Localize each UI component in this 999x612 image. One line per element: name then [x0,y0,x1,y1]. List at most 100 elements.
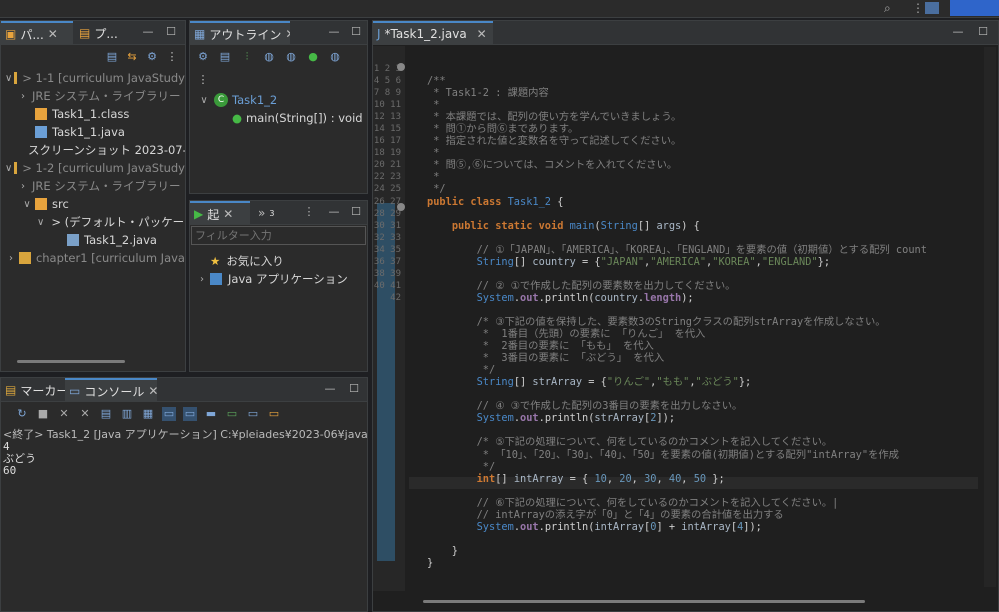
chevron-icon[interactable]: › [21,91,25,102]
fold-marker-icon[interactable] [397,203,405,211]
minimize-icon[interactable]: — [323,382,337,396]
hide-local-types-icon[interactable]: ● [306,50,320,64]
code-editor[interactable]: /** * Task1-2 : 課題内容 * * 本課題では、配列の使い方を学ん… [427,63,974,569]
tree-item[interactable]: › JRE システム・ライブラリー [Ja [1,177,185,195]
link-icon[interactable]: ◍ [328,50,342,64]
tab-package-explorer[interactable]: ▣ パ... ✕ [1,21,73,45]
vertical-scrollbar[interactable] [984,47,996,587]
hide-nonpublic-icon[interactable]: ◍ [284,50,298,64]
chevron-icon[interactable]: ∨ [37,217,44,228]
run-icon: ▶ [194,207,204,221]
view-menu-icon[interactable]: ⋮ [302,205,316,219]
hide-fields-icon[interactable]: ⫶ [240,50,254,64]
scroll-lock-icon[interactable]: ▥ [120,407,134,421]
tree-item[interactable]: ∨ > 1-2 [curriculum JavaStudy [1,159,185,177]
horizontal-scrollbar[interactable] [423,600,865,603]
tree-item-label: src [52,197,69,211]
tab-outline[interactable]: ▦ アウトライン ✕ [190,21,290,45]
collapse-all-icon[interactable]: ▤ [105,50,119,64]
outline-class-row[interactable]: ∨ C Task1_2 [190,91,367,109]
search-icon[interactable]: ⌕ [884,1,891,16]
maximize-icon[interactable]: ☐ [164,25,178,39]
relaunch-icon[interactable]: ↻ [15,407,29,421]
show-stderr-icon[interactable]: ▭ [183,407,197,421]
tree-item[interactable]: ∨ > (デフォルト・パッケージ) [1,213,185,231]
chevron-icon[interactable]: › [21,181,25,192]
tree-item-label: chapter1 [curriculum Java [35,251,185,265]
java-perspective-icon[interactable] [950,0,999,16]
collapse-icon[interactable]: ▤ [218,50,232,64]
tab-more[interactable]: » 3 [254,201,284,225]
view-menu-icon[interactable]: ⋮ [165,50,179,64]
terminate-icon[interactable]: ■ [36,407,50,421]
package-icon: ▣ [5,27,17,41]
favorites-row[interactable]: ★ お気に入り [190,252,367,270]
new-console-icon[interactable]: ▭ [267,407,281,421]
perspective-icon[interactable] [925,2,939,14]
chevron-icon[interactable]: ∨ [5,163,12,174]
java-app-icon [210,273,222,285]
tree-item-label: > (デフォルト・パッケージ) [51,215,185,229]
tab-task1-2-java[interactable]: J *Task1_2.java ✕ [373,21,493,45]
word-wrap-icon[interactable]: ▦ [141,407,155,421]
java-application-row[interactable]: › Java アプリケーション [190,270,367,288]
chevron-right-icon[interactable]: › [196,274,208,285]
tab-project-explorer[interactable]: ▤ プ... [75,21,135,45]
maximize-icon[interactable]: ☐ [347,382,361,396]
chevron-down-icon[interactable]: ∨ [198,95,210,106]
console-tabbar: ▤ マーカー ▭ コンソール ✕ — ☐ [1,378,367,402]
close-icon[interactable]: ✕ [285,27,290,41]
outline-toolbar: ⚙ ▤ ⫶ ◍ ◍ ● ◍ [190,46,367,68]
remove-launch-icon[interactable]: ✕ [57,407,71,421]
display-console-icon[interactable]: ▭ [225,407,239,421]
chevron-icon[interactable]: ∨ [5,73,12,84]
tab-console[interactable]: ▭ コンソール ✕ [65,378,157,402]
maximize-icon[interactable]: ☐ [976,25,990,39]
console-toolbar: ↻ ■ ✕ ✕ ▤ ▥ ▦ ▭ ▭ ▬ ▭ ▭ ▭ [1,403,367,425]
close-icon[interactable]: ✕ [48,27,58,41]
tree-item[interactable]: › chapter1 [curriculum Java [1,249,185,267]
open-console-icon[interactable]: ▭ [246,407,260,421]
outline-method-row[interactable]: ● main(String[]) : void [190,109,367,127]
view-menu-icon[interactable]: ⋮ [196,73,210,87]
close-icon[interactable]: ✕ [223,207,233,221]
more-icon[interactable]: ⋮ [912,1,924,15]
tree-item-label: Task1_2.java [84,233,157,247]
minimize-icon[interactable]: — [951,25,965,39]
tree-item-label: Task1_1.java [52,125,125,139]
remove-all-icon[interactable]: ✕ [78,407,92,421]
tab-launcher[interactable]: ▶ 起 ✕ [190,201,250,225]
tree-item[interactable]: Task1_2.java [1,231,185,249]
horizontal-scrollbar[interactable] [17,360,125,363]
fold-marker-icon[interactable] [397,63,405,71]
close-icon[interactable]: ✕ [148,384,157,398]
close-icon[interactable]: ✕ [477,27,487,41]
pin-console-icon[interactable]: ▬ [204,407,218,421]
console-line: ぶどう [3,452,36,465]
minimize-icon[interactable]: — [327,25,341,39]
show-stdout-icon[interactable]: ▭ [162,407,176,421]
tab-markers[interactable]: ▤ マーカー [1,378,65,402]
tree-item[interactable]: スクリーンショット 2023-07-1 [1,141,185,159]
chevron-icon[interactable]: › [5,253,17,264]
chevron-icon[interactable]: ∨ [21,199,33,210]
tree-node-icon [35,198,47,210]
tree-item[interactable]: ∨ > 1-1 [curriculum JavaStudy [1,69,185,87]
tree-item[interactable]: Task1_1.class [1,105,185,123]
tree-item[interactable]: ∨ src [1,195,185,213]
link-editor-icon[interactable]: ⇆ [125,50,139,64]
sort-icon[interactable]: ⚙ [196,50,210,64]
tree-item[interactable]: Task1_1.java [1,123,185,141]
maximize-icon[interactable]: ☐ [349,25,363,39]
tree-item[interactable]: › JRE システム・ライブラリー [Ja [1,87,185,105]
tree-node-icon [35,108,47,120]
filter-icon[interactable]: ⚙ [145,50,159,64]
minimize-icon[interactable]: — [141,25,155,39]
maximize-icon[interactable]: ☐ [349,205,363,219]
minimize-icon[interactable]: — [327,205,341,219]
star-icon: ★ [210,254,221,268]
console-output[interactable]: 4 ぶどう 60 [3,441,367,477]
filter-input[interactable] [191,226,366,245]
hide-static-icon[interactable]: ◍ [262,50,276,64]
clear-console-icon[interactable]: ▤ [99,407,113,421]
